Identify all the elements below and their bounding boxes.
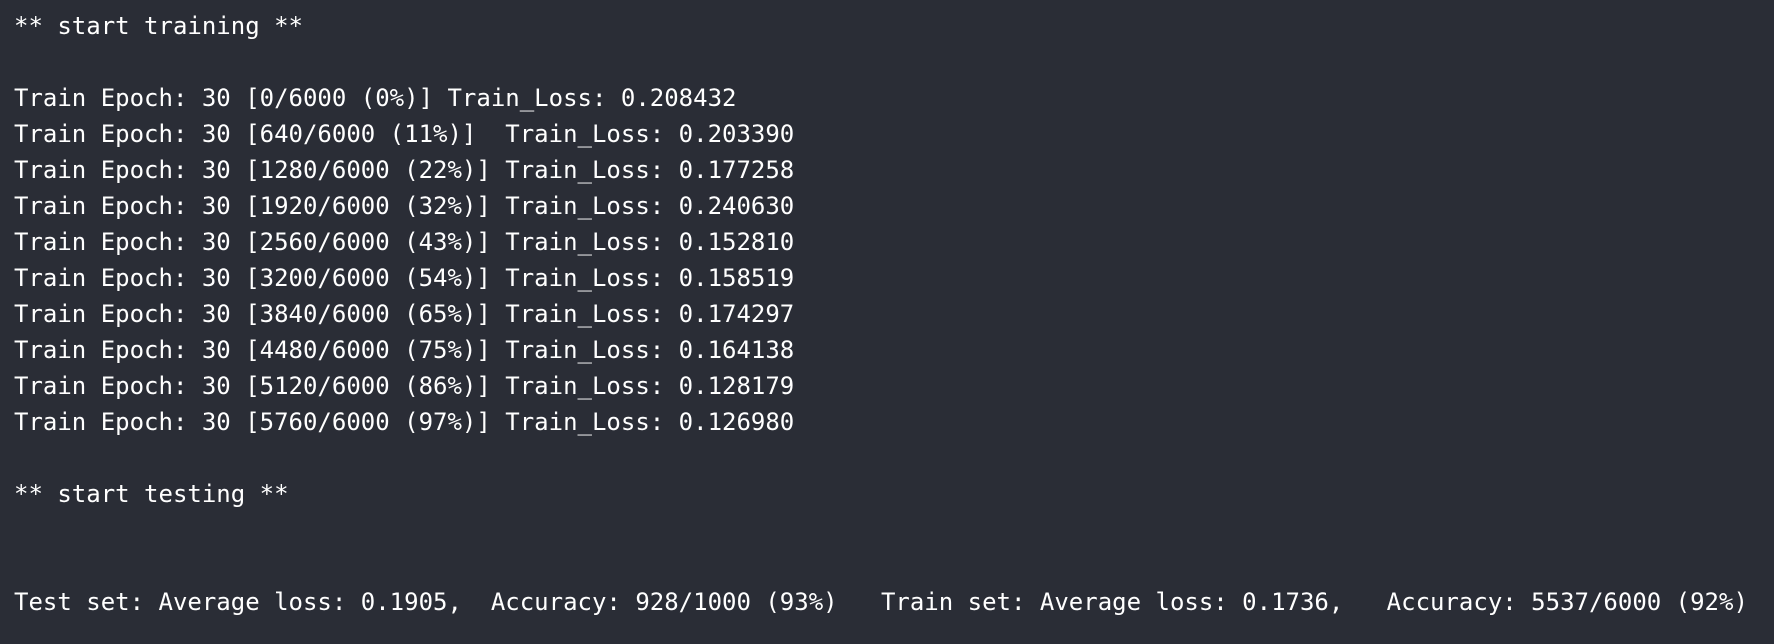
terminal-output: ** start training ** Train Epoch: 30 [0/…: [0, 0, 1774, 644]
train-log-line: Train Epoch: 30 [4480/6000 (75%)] Train_…: [14, 336, 795, 364]
train-log-line: Train Epoch: 30 [2560/6000 (43%)] Train_…: [14, 228, 795, 256]
train-log-line: Train Epoch: 30 [640/6000 (11%)] Train_L…: [14, 120, 795, 148]
train-log-line: Train Epoch: 30 [5120/6000 (86%)] Train_…: [14, 372, 795, 400]
test-results-line: Test set: Average loss: 0.1905, Accuracy…: [14, 588, 1748, 616]
train-log-line: Train Epoch: 30 [1920/6000 (32%)] Train_…: [14, 192, 795, 220]
train-log-line: Train Epoch: 30 [1280/6000 (22%)] Train_…: [14, 156, 795, 184]
testing-header: ** start testing **: [14, 480, 289, 508]
train-log-line: Train Epoch: 30 [3840/6000 (65%)] Train_…: [14, 300, 795, 328]
train-log-line: Train Epoch: 30 [5760/6000 (97%)] Train_…: [14, 408, 795, 436]
training-header: ** start training **: [14, 12, 303, 40]
train-log-line: Train Epoch: 30 [0/6000 (0%)] Train_Loss…: [14, 84, 737, 112]
train-log-line: Train Epoch: 30 [3200/6000 (54%)] Train_…: [14, 264, 795, 292]
